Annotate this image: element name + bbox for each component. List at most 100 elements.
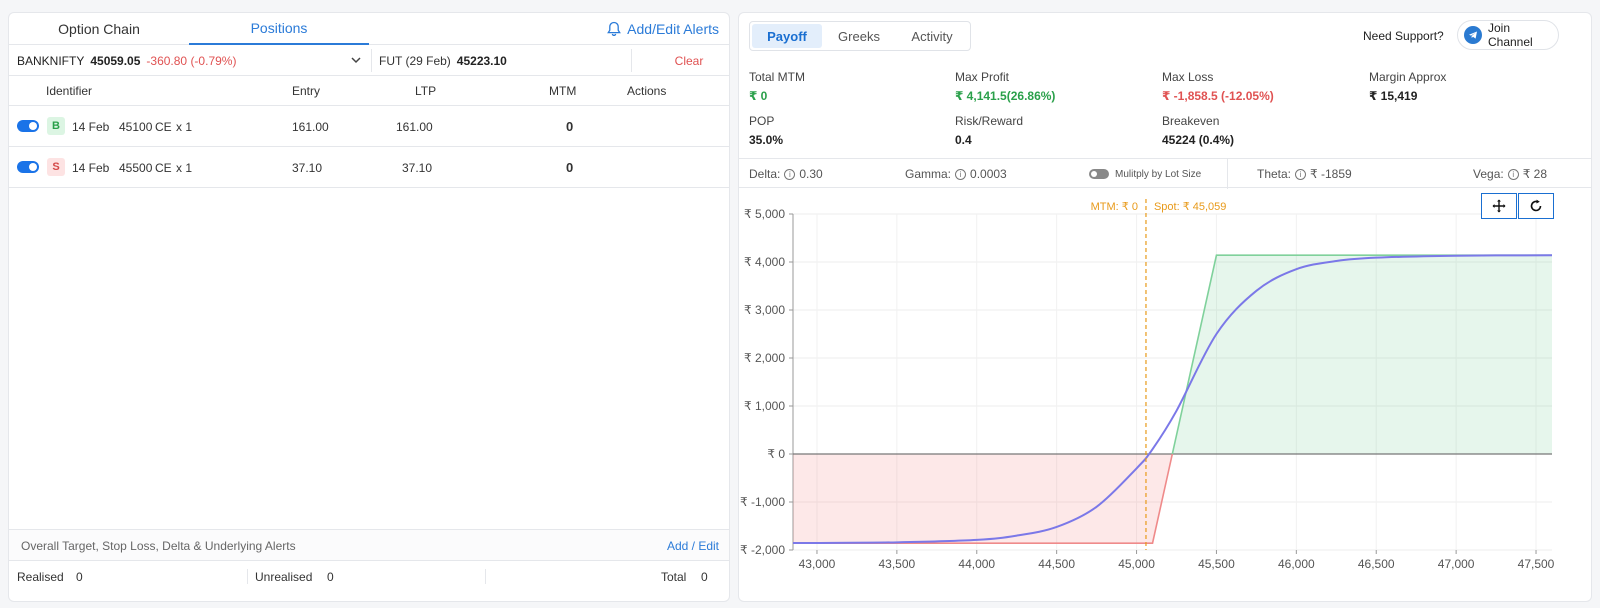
col-actions: Actions: [627, 84, 667, 98]
alerts-link-label: Add/Edit Alerts: [627, 21, 719, 37]
table-row: S 14 Feb 45500 CE x 1 37.10 37.10 0: [9, 147, 729, 188]
side-badge: B: [47, 117, 65, 135]
divider: [631, 49, 632, 72]
col-mtm: MTM: [549, 84, 577, 98]
vega-label: Vega:: [1473, 167, 1504, 181]
pan-button[interactable]: [1481, 193, 1517, 219]
payoff-panel: Payoff Greeks Activity Need Support? Joi…: [738, 12, 1592, 602]
stat-label: Breakeven: [1162, 114, 1220, 128]
y-tick-label: ₹ 2,000: [744, 351, 785, 365]
col-identifier: Identifier: [46, 84, 93, 98]
stat-label: Margin Approx: [1369, 70, 1447, 84]
info-icon[interactable]: i: [1295, 168, 1307, 180]
x-tick-label: 46,500: [1358, 557, 1395, 571]
future-label: FUT (29 Feb): [379, 53, 451, 68]
y-tick-label: ₹ 4,000: [744, 255, 785, 269]
positions-panel: Option Chain Positions Add/Edit Alerts B…: [8, 12, 730, 602]
position-type: CE: [155, 160, 172, 175]
payoff-chart-svg[interactable]: ₹ 5,000 ₹ 4,000 ₹ 3,000 ₹ 2,000 ₹ 1,000 ₹ 0 ₹ …: [739, 189, 1592, 602]
position-expiry: 14 Feb: [72, 160, 110, 175]
telegram-icon: [1464, 26, 1482, 44]
position-mtm: 0: [566, 119, 574, 134]
tab-activity[interactable]: Activity: [896, 24, 968, 48]
multiply-lot-size-label: Mulitply by Lot Size: [1115, 168, 1202, 180]
stat-value: 0.4: [955, 133, 972, 147]
position-toggle[interactable]: [17, 120, 39, 132]
overall-alerts-label: Overall Target, Stop Loss, Delta & Under…: [21, 538, 296, 553]
tab-positions[interactable]: Positions: [189, 13, 369, 45]
y-tick-label: ₹ -2,000: [740, 543, 785, 557]
stat-value: ₹ 0: [749, 89, 768, 103]
underlying-name: BANKNIFTY: [17, 53, 85, 68]
position-expiry: 14 Feb: [72, 119, 110, 134]
underlying-price: 45059.05: [90, 53, 141, 68]
table-row: B 14 Feb 45100 CE x 1 161.00 161.00 0: [9, 106, 729, 147]
stat-max-loss: Max Loss ₹ -1,858.5 (-12.05%): [1162, 70, 1274, 103]
underlying-info[interactable]: BANKNIFTY 45059.05 -360.80 (-0.79%): [17, 45, 236, 76]
position-qty: x 1: [176, 160, 193, 175]
position-mtm: 0: [566, 160, 574, 175]
payoff-tabs: Payoff Greeks Activity: [749, 21, 971, 51]
stat-label: Max Profit: [955, 70, 1010, 84]
multiply-lot-size-toggle[interactable]: [1089, 169, 1109, 179]
mtm-label: MTM: ₹ 0: [1091, 201, 1138, 213]
gamma-label: Gamma:: [905, 167, 952, 181]
tab-greeks[interactable]: Greeks: [824, 24, 894, 48]
add-edit-alerts-link[interactable]: Add/Edit Alerts: [607, 13, 719, 45]
future-info: FUT (29 Feb) 45223.10: [379, 45, 507, 76]
move-icon: [1492, 199, 1506, 213]
side-badge: S: [47, 158, 65, 176]
delta-value: 0.30: [799, 167, 823, 181]
underlying-change: -360.80 (-0.79%): [146, 53, 237, 68]
y-tick-label: ₹ 1,000: [744, 399, 785, 413]
x-tick-label: 45,500: [1198, 557, 1235, 571]
realised-label: Realised: [17, 569, 64, 584]
stat-risk-reward: Risk/Reward 0.4: [955, 114, 1023, 147]
position-entry: 37.10: [292, 160, 323, 175]
position-toggle[interactable]: [17, 161, 39, 173]
position-entry: 161.00: [292, 119, 329, 134]
tab-payoff[interactable]: Payoff: [752, 24, 822, 48]
need-support-label: Need Support?: [1363, 29, 1444, 43]
reset-zoom-button[interactable]: [1518, 193, 1554, 219]
divider: [1227, 159, 1228, 189]
position-strike: 45100: [119, 119, 153, 134]
col-entry: Entry: [292, 84, 321, 98]
stat-breakeven: Breakeven 45224 (0.4%): [1162, 114, 1234, 147]
x-tick-label: 47,000: [1438, 557, 1475, 571]
divider: [247, 569, 248, 584]
join-channel-button[interactable]: Join Channel: [1457, 20, 1559, 50]
info-icon[interactable]: i: [955, 168, 967, 180]
clear-button[interactable]: Clear: [649, 45, 729, 76]
gamma-value: 0.0003: [970, 167, 1007, 181]
greek-theta: Theta: i ₹ -1859: [1257, 159, 1352, 189]
refresh-icon: [1530, 199, 1542, 212]
overall-alerts-bar: Overall Target, Stop Loss, Delta & Under…: [9, 529, 729, 560]
position-type: CE: [155, 119, 172, 134]
tab-option-chain[interactable]: Option Chain: [9, 13, 189, 45]
delta-label: Delta:: [749, 167, 781, 181]
left-tabs: Option Chain Positions Add/Edit Alerts: [9, 13, 729, 45]
underlying-selector: BANKNIFTY 45059.05 -360.80 (-0.79%) FUT …: [9, 45, 729, 76]
stat-value: 35.0%: [749, 133, 784, 147]
stat-label: Risk/Reward: [955, 114, 1024, 128]
future-price: 45223.10: [456, 53, 507, 68]
x-tick-label: 44,000: [958, 557, 995, 571]
unrealised-value: 0: [327, 569, 334, 584]
stat-value: 45224 (0.4%): [1162, 133, 1235, 147]
add-edit-link[interactable]: Add / Edit: [667, 530, 719, 561]
join-channel-label: Join Channel: [1487, 21, 1533, 49]
greek-gamma: Gamma: i 0.0003: [905, 159, 1007, 189]
info-icon[interactable]: i: [1507, 168, 1519, 180]
col-ltp: LTP: [415, 84, 437, 98]
chevron-down-icon[interactable]: [349, 53, 363, 67]
position-qty: x 1: [176, 119, 193, 134]
positions-table-header: Identifier Entry LTP MTM Actions: [9, 76, 729, 106]
position-strike: 45500: [119, 160, 153, 175]
stat-value: ₹ -1,858.5 (-12.05%): [1162, 89, 1274, 103]
multiply-lot-size: Mulitply by Lot Size: [1089, 159, 1201, 189]
x-tick-label: 44,500: [1038, 557, 1075, 571]
info-icon[interactable]: i: [784, 168, 796, 180]
stat-label: Max Loss: [1162, 70, 1214, 84]
pnl-summary: Realised 0 Unrealised 0 Total 0: [9, 560, 729, 591]
